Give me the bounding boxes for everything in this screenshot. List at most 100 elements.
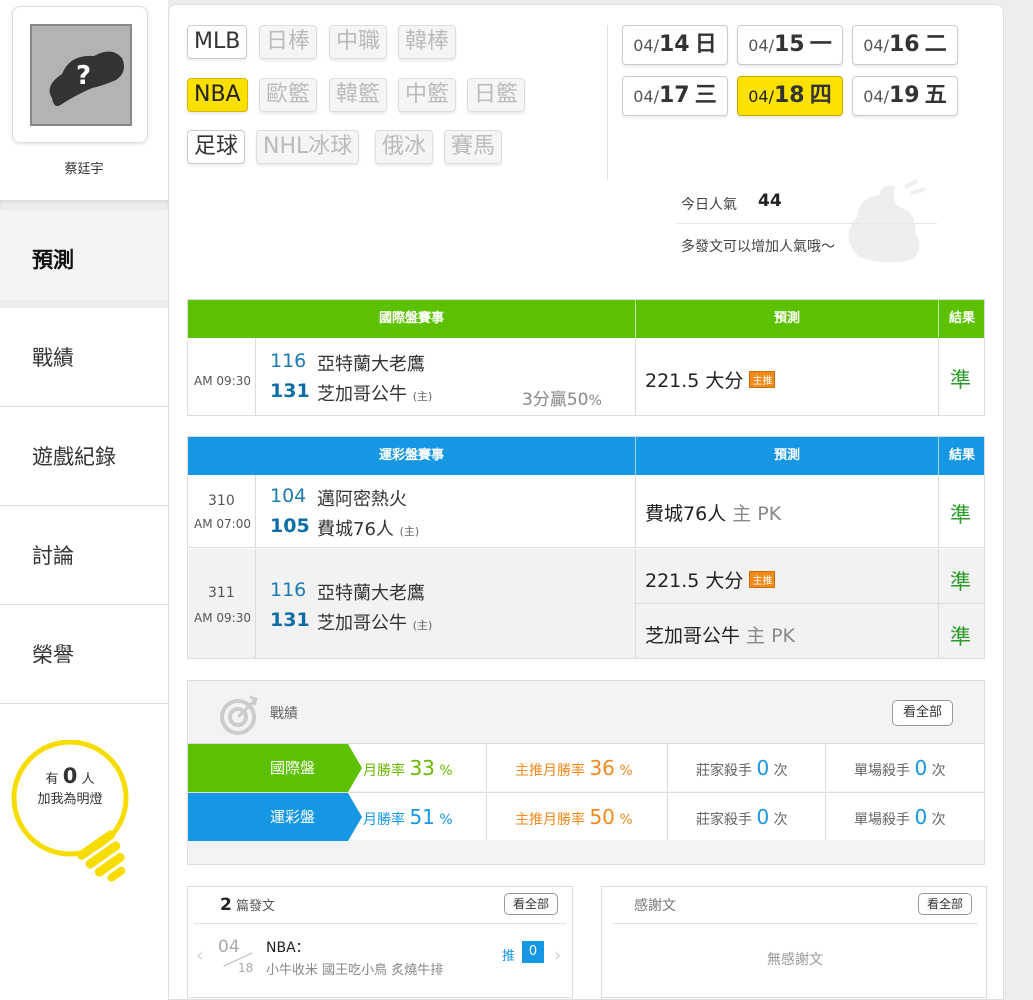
featured-badge: 主推 [749,371,776,388]
mascot-icon [848,179,926,263]
push-label: 推 [502,949,516,964]
header-result: 結果 [948,448,975,463]
table-row: AM 09:30 116 亞特蘭大老鷹 131 芝加哥公牛 (主) 3分贏50%… [188,338,984,415]
prev-arrow-icon[interactable]: ‹ [196,945,203,966]
game-number: 310 [208,493,235,509]
game-number: 311 [208,585,235,601]
away-team: 亞特蘭大老鷹 [317,583,425,604]
popularity-tip: 多發文可以增加人氣哦～ [681,239,835,255]
league-cpbl[interactable]: 中職 [329,25,388,59]
follow-text: 有 0 人 加我為明燈 [37,764,103,807]
prediction: 221.5 大分 主推 [645,566,776,593]
unknown-user-icon: ? [49,51,124,106]
nav-item-discussion[interactable]: 討論 [0,506,168,605]
divider [0,200,168,210]
prediction: 費城76人 主 PK [645,503,782,525]
league-russia-hockey[interactable]: 俄冰 [375,130,434,164]
table-row: 311 AM 09:30 116 亞特蘭大老鷹 131 芝加哥公牛 (主) 22… [188,549,984,658]
push-count: 0 [522,941,544,963]
record-row-lottery: 運彩盤 月勝率 51 % 主推月勝率 50 % 莊家殺手 0 次 單場殺手 0 … [188,792,984,841]
league-nhl[interactable]: NHL冰球 [256,130,360,164]
view-all-thanks-button[interactable]: 看全部 [918,893,973,915]
result-correct: 準 [950,625,971,649]
home-score: 131 [270,380,310,402]
bookmaker-killer: 莊家殺手 0 次 [696,756,788,780]
posts-panel: 2 篇發文 看全部 ‹ 04 18 NBA： 小牛收米 國王吃小鳥 炙燒牛排 推… [187,886,573,998]
league-japan-baseball[interactable]: 日棒 [259,25,318,59]
league-euro-basketball[interactable]: 歐籃 [259,78,318,112]
header-pred: 預測 [773,311,800,326]
header-result: 結果 [948,311,975,326]
header-event: 運彩盤賽事 [378,448,444,463]
league-soccer[interactable]: 足球 [187,130,246,164]
monthly-win-rate: 月勝率 33 % [363,756,453,780]
follow-bulb[interactable]: 有 0 人 加我為明燈 [10,740,140,890]
home-score: 105 [270,515,310,537]
posts-count: 2 篇發文 [220,895,275,915]
nav-item-game-log[interactable]: 遊戲紀錄 [0,407,168,506]
view-all-posts-button[interactable]: 看全部 [504,893,559,915]
record-panel: 戰績 看全部 國際盤 月勝率 33 % 主推月勝率 36 % 莊家殺手 0 次 … [187,680,985,865]
divider [677,223,937,224]
bookmaker-killer: 莊家殺手 0 次 [696,805,788,829]
table-header: 國際盤賽事 預測 結果 [188,300,984,338]
home-team: 費城76人 (主) [317,519,420,540]
league-nba[interactable]: NBA [187,78,248,112]
away-score: 104 [270,485,307,507]
next-arrow-icon[interactable]: › [554,945,561,966]
nav-item-record[interactable]: 戰績 [0,308,168,407]
league-japan-basketball[interactable]: 日籃 [467,78,526,112]
post-summary[interactable]: 小牛收米 國王吃小鳥 炙燒牛排 [266,959,443,978]
username: 蔡廷宇 [64,162,104,177]
away-score: 116 [270,579,307,601]
date-0417[interactable]: 04/17 三 [622,76,728,116]
avatar: ? [30,24,132,126]
date-0416[interactable]: 04/16 二 [852,25,958,65]
game-time: AM 07:00 [194,517,251,531]
post-day: 18 [238,961,254,975]
game-time: AM 09:30 [194,374,251,388]
result-correct: 準 [950,503,971,527]
record-title: 戰績 [270,706,298,722]
game-time: AM 09:30 [194,611,251,625]
date-0418[interactable]: 04/18 四 [737,76,843,116]
league-china-basketball[interactable]: 中籃 [398,78,457,112]
avatar-card[interactable]: ? [12,6,148,143]
league-horse-racing[interactable]: 賽馬 [444,130,503,164]
league-mlb[interactable]: MLB [187,25,248,59]
nav-item-honor[interactable]: 榮譽 [0,605,168,704]
home-team: 芝加哥公牛 (主) [317,613,433,634]
result-correct: 準 [950,368,971,392]
date-0419[interactable]: 04/19 五 [852,76,958,116]
league-kbo[interactable]: 韓棒 [398,25,457,59]
league-korea-basketball[interactable]: 韓籃 [329,78,388,112]
nav-label: 戰績 [32,346,74,370]
svg-text:?: ? [76,61,91,91]
monthly-win-rate: 月勝率 51 % [363,805,453,829]
lightbulb-icon [11,740,129,882]
date-0414[interactable]: 04/14 日 [622,25,728,65]
divider [607,25,608,180]
view-all-button[interactable]: 看全部 [892,700,954,726]
main-panel: MLB 日棒 中職 韓棒 NBA 歐籃 韓籃 中籃 日籃 足球 NHL冰球 俄冰… [168,4,1004,1000]
prediction: 221.5 大分 主推 [645,366,776,393]
nav-label: 遊戲紀錄 [32,445,116,469]
nav-item-predict[interactable]: 預測 [0,210,168,309]
record-tag: 國際盤 [188,744,348,792]
table-row: 310 AM 07:00 104 邁阿密熱火 105 費城76人 (主) 費城7… [188,475,984,548]
popularity-value: 44 [758,191,782,211]
home-score: 131 [270,609,310,631]
nav-label: 討論 [32,544,74,568]
single-game-killer: 單場殺手 0 次 [854,756,946,780]
home-team: 芝加哥公牛 (主) [317,384,433,405]
nav-label: 預測 [32,248,74,272]
table-header: 運彩盤賽事 預測 結果 [188,437,984,475]
spread-stat: 3分贏50% [522,390,602,410]
result-correct: 準 [950,570,971,594]
empty-message: 無感謝文 [767,952,823,968]
date-0415[interactable]: 04/15 一 [737,25,843,65]
header-event: 國際盤賽事 [378,311,444,326]
target-icon [220,695,258,735]
post-month: 04 [218,937,240,957]
post-title[interactable]: NBA： [266,937,310,957]
